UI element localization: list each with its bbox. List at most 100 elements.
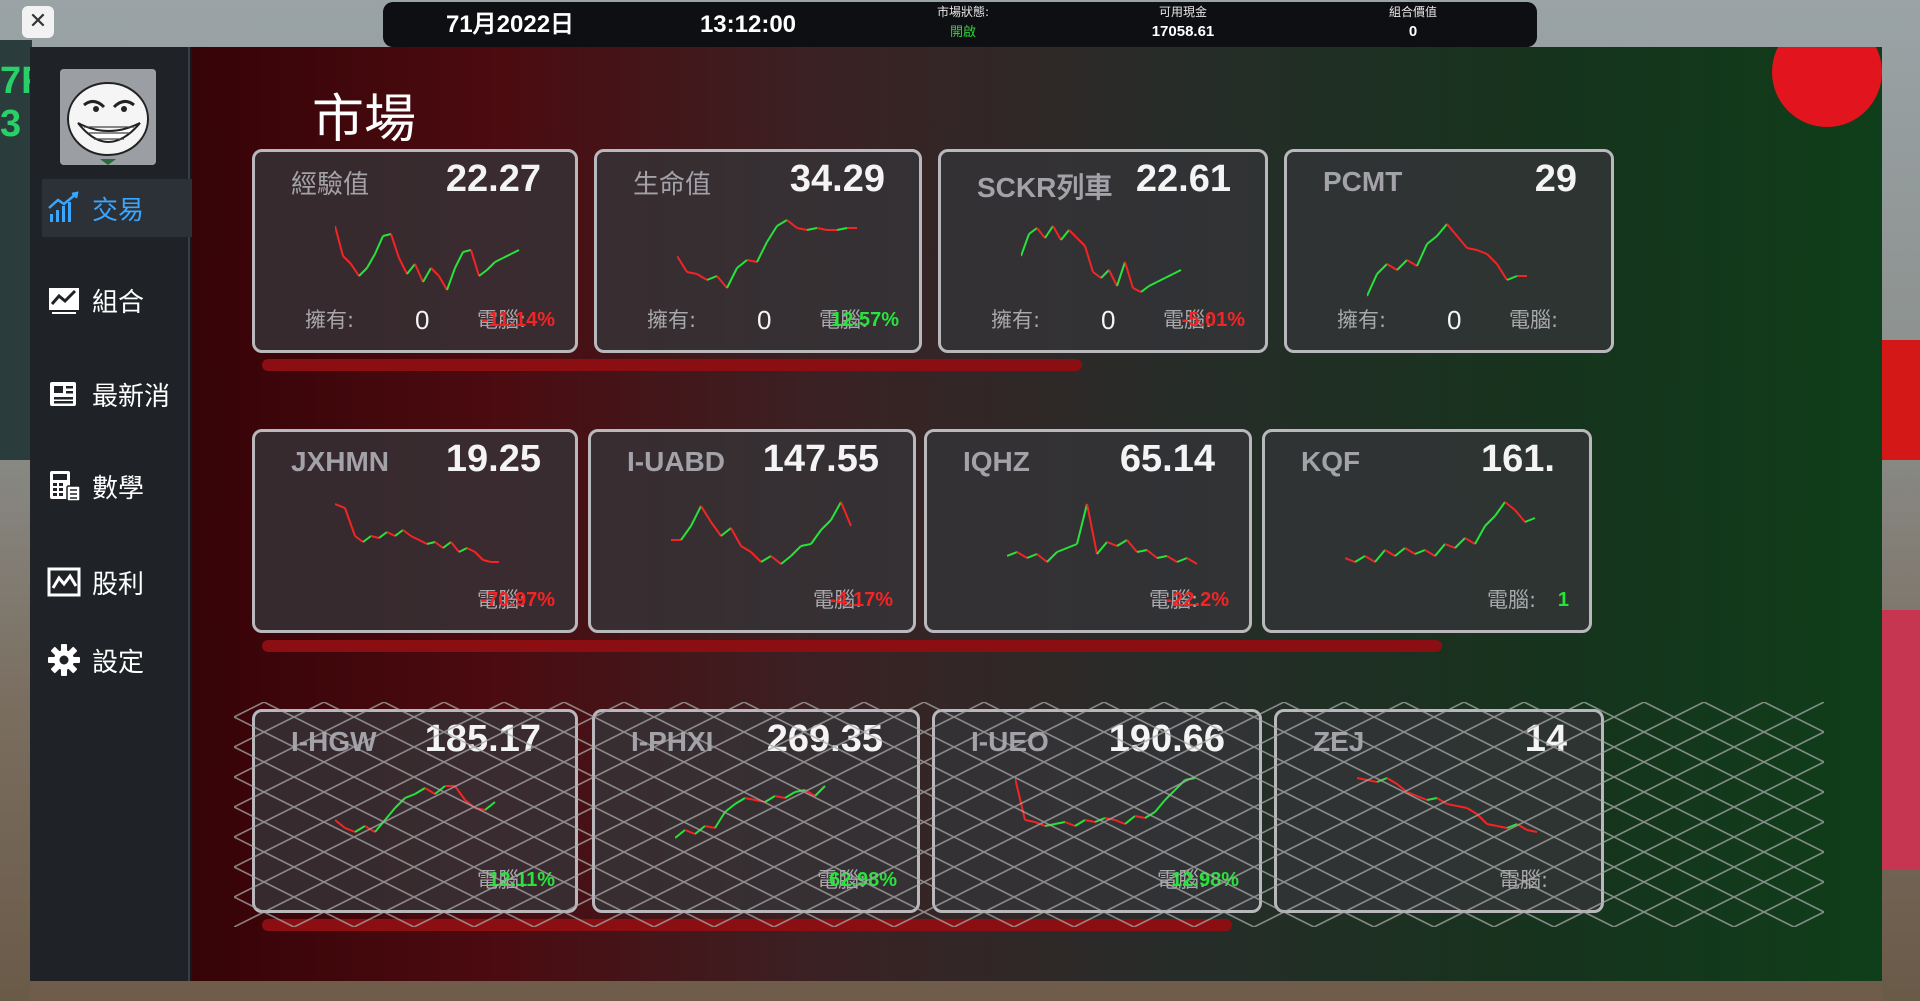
sidebar-item-dividend[interactable]: 股利 xyxy=(42,553,194,611)
sparkline-segment xyxy=(1026,553,1038,559)
stock-card[interactable]: I-UEO 190.66 電腦: 12.98% xyxy=(932,709,1262,913)
sparkline-segment xyxy=(1124,815,1136,825)
stock-price: 14 xyxy=(1524,718,1567,760)
sparkline-segment xyxy=(1024,819,1036,823)
sparkline-segment xyxy=(1124,261,1134,289)
sidebar-item-portfolio[interactable]: 組合 xyxy=(42,271,194,329)
sparkline-segment xyxy=(810,529,822,545)
sparkline-segment xyxy=(1028,227,1038,235)
sparkline-segment xyxy=(1404,547,1416,555)
sparkline-segment xyxy=(454,785,466,801)
sparkline-segment xyxy=(1426,797,1438,801)
sparkline-segment xyxy=(410,535,420,541)
stock-price: 147.55 xyxy=(762,438,879,480)
sparkline-segment xyxy=(426,541,436,545)
sparkline-segment xyxy=(1076,237,1086,247)
row-1-scrollbar[interactable] xyxy=(262,359,1082,371)
computer-label: 電腦: xyxy=(1509,308,1559,332)
sparkline-segment xyxy=(1166,555,1178,563)
sparkline-segment xyxy=(1484,515,1496,527)
price-sparkline xyxy=(335,785,496,833)
sparkline-segment xyxy=(704,825,716,829)
sidebar-item-trade[interactable]: 交易 xyxy=(42,179,194,237)
stock-card[interactable]: I-HGW 185.17 電腦: 12.11% xyxy=(252,709,578,913)
market-status-label: 市場狀態: xyxy=(936,5,990,19)
sparkline-segment xyxy=(750,551,762,563)
stock-price: 161. xyxy=(1481,438,1555,480)
sidebar-item-label: 數學 xyxy=(92,473,145,504)
sparkline-segment xyxy=(1506,275,1518,281)
sparkline-segment xyxy=(1464,537,1476,545)
sidebar-item-settings[interactable]: 設定 xyxy=(42,631,194,689)
row-2-scrollbar[interactable] xyxy=(262,640,1442,652)
dividend-icon xyxy=(46,564,82,600)
sparkline-segment xyxy=(1036,227,1046,239)
status-bar: 71月2022日 13:12:00 市場狀態: 開啟 可用現金 17058.61… xyxy=(383,2,1537,47)
sparkline-segment xyxy=(462,249,472,253)
sparkline-segment xyxy=(1424,549,1436,557)
stock-card[interactable]: I-UABD 147.55 電腦: -4.17% xyxy=(588,429,916,633)
computer-change-percent: 62.98% xyxy=(829,869,897,891)
sparkline-segment xyxy=(700,505,712,523)
stock-card[interactable]: ZEJ 14 電腦: xyxy=(1274,709,1604,913)
sparkline-segment xyxy=(836,227,848,231)
sparkline-segment xyxy=(1386,777,1398,785)
market-status: 市場狀態: 開啟 xyxy=(893,2,1033,47)
sparkline-segment xyxy=(1514,509,1526,523)
computer-change-percent: -11.14% xyxy=(481,309,555,331)
sparkline-segment xyxy=(1466,807,1478,815)
price-sparkline xyxy=(1367,223,1527,297)
sparkline-segment xyxy=(1100,269,1110,279)
computer-change-percent: -5.01% xyxy=(1181,309,1245,331)
sparkline-segment xyxy=(726,267,738,289)
sidebar-item-math[interactable]: 數學 xyxy=(42,457,194,515)
sparkline-segment xyxy=(1066,543,1078,549)
sparkline-segment xyxy=(1104,817,1116,821)
row-3-scrollbar[interactable] xyxy=(262,919,1232,931)
sparkline-segment xyxy=(734,797,746,805)
stock-card[interactable]: 生命值 34.29 擁有: 0 電腦: 12.57% xyxy=(594,149,922,353)
stock-card[interactable]: SCKR列車 22.61 擁有: 0 電腦: -5.01% xyxy=(938,149,1268,353)
sparkline-segment xyxy=(1076,503,1088,545)
sparkline-segment xyxy=(1092,271,1102,279)
sparkline-segment xyxy=(1454,537,1466,549)
sparkline-segment xyxy=(1384,549,1396,557)
sidebar-item-news[interactable]: 最新消 xyxy=(42,365,194,423)
stock-card[interactable]: IQHZ 65.14 電腦: -22.2% xyxy=(924,429,1252,633)
sparkline-segment xyxy=(710,521,722,537)
sparkline-segment xyxy=(335,225,344,257)
sparkline-segment xyxy=(494,257,504,263)
stock-card[interactable]: 經驗值 22.27 擁有: 0 電腦: -11.14% xyxy=(252,149,578,353)
sparkline-segment xyxy=(1108,269,1118,287)
sparkline-segment xyxy=(335,819,346,829)
sparkline-segment xyxy=(1366,779,1378,783)
stock-row-3: I-HGW 185.17 電腦: 12.11% I-PHXI 269.35 電腦: 62.98… xyxy=(252,707,1802,921)
close-button[interactable]: ✕ xyxy=(22,6,54,38)
sparkline-segment xyxy=(366,253,376,269)
stock-card[interactable]: KQF 161. 電腦: 1 xyxy=(1262,429,1592,633)
price-sparkline xyxy=(677,219,857,289)
sparkline-segment xyxy=(414,787,426,795)
sparkline-segment xyxy=(1086,503,1098,555)
sparkline-segment xyxy=(756,241,768,263)
sparkline-segment xyxy=(1148,281,1158,287)
sparkline-segment xyxy=(1094,817,1106,823)
stock-name: 經驗值 xyxy=(291,170,370,200)
sparkline-segment xyxy=(358,267,368,277)
stock-card[interactable]: JXHMN 19.25 電腦: -70.97% xyxy=(252,429,578,633)
sparkline-segment xyxy=(418,539,428,545)
computer-label: 電腦: xyxy=(1487,588,1537,612)
sparkline-segment xyxy=(1164,273,1174,279)
sparkline-segment xyxy=(335,503,346,509)
sparkline-segment xyxy=(1016,551,1028,559)
stock-card[interactable]: PCMT 29 擁有: 0 電腦: xyxy=(1284,149,1614,353)
sidebar-item-label: 最新消 xyxy=(92,381,171,412)
time-display: 13:12:00 xyxy=(699,11,797,38)
sparkline-segment xyxy=(342,255,352,265)
owned-label: 擁有: xyxy=(991,308,1041,332)
sparkline-segment xyxy=(714,811,726,829)
sparkline-segment xyxy=(696,273,708,281)
stock-card[interactable]: I-PHXI 269.35 電腦: 62.98% xyxy=(592,709,920,913)
news-icon xyxy=(46,376,82,412)
page-title: 市場 xyxy=(312,90,417,150)
